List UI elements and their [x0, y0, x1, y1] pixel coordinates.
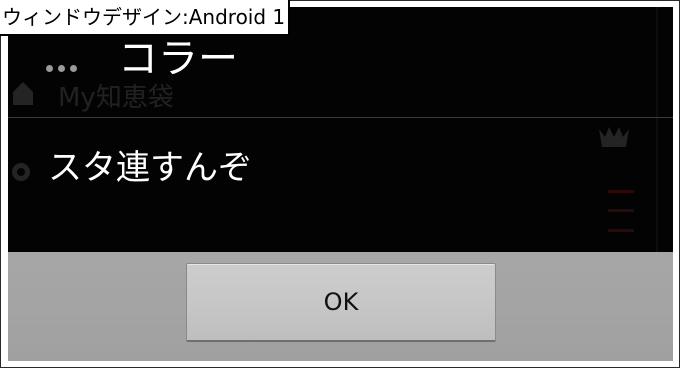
alert-dialog: My知恵袋 コラー スタ連すんぞ OK [8, 7, 673, 361]
title-divider [8, 117, 673, 118]
ok-button[interactable]: OK [186, 263, 496, 342]
window-frame: My知恵袋 コラー スタ連すんぞ OK [0, 0, 680, 368]
trophy-icon [599, 127, 629, 147]
background-stripe [608, 229, 634, 232]
background-stripe [608, 209, 634, 212]
overflow-dots-icon [46, 65, 78, 73]
background-side-panel [656, 7, 673, 252]
home-icon [13, 82, 33, 105]
gear-icon [12, 163, 30, 181]
dialog-button-bar: OK [8, 252, 673, 361]
dialog-message: スタ連すんぞ [48, 148, 252, 188]
background-stripe [608, 190, 634, 193]
dialog-title: コラー [118, 36, 238, 82]
window-caption: ウィンドウデザイン:Android 1 [0, 0, 291, 36]
